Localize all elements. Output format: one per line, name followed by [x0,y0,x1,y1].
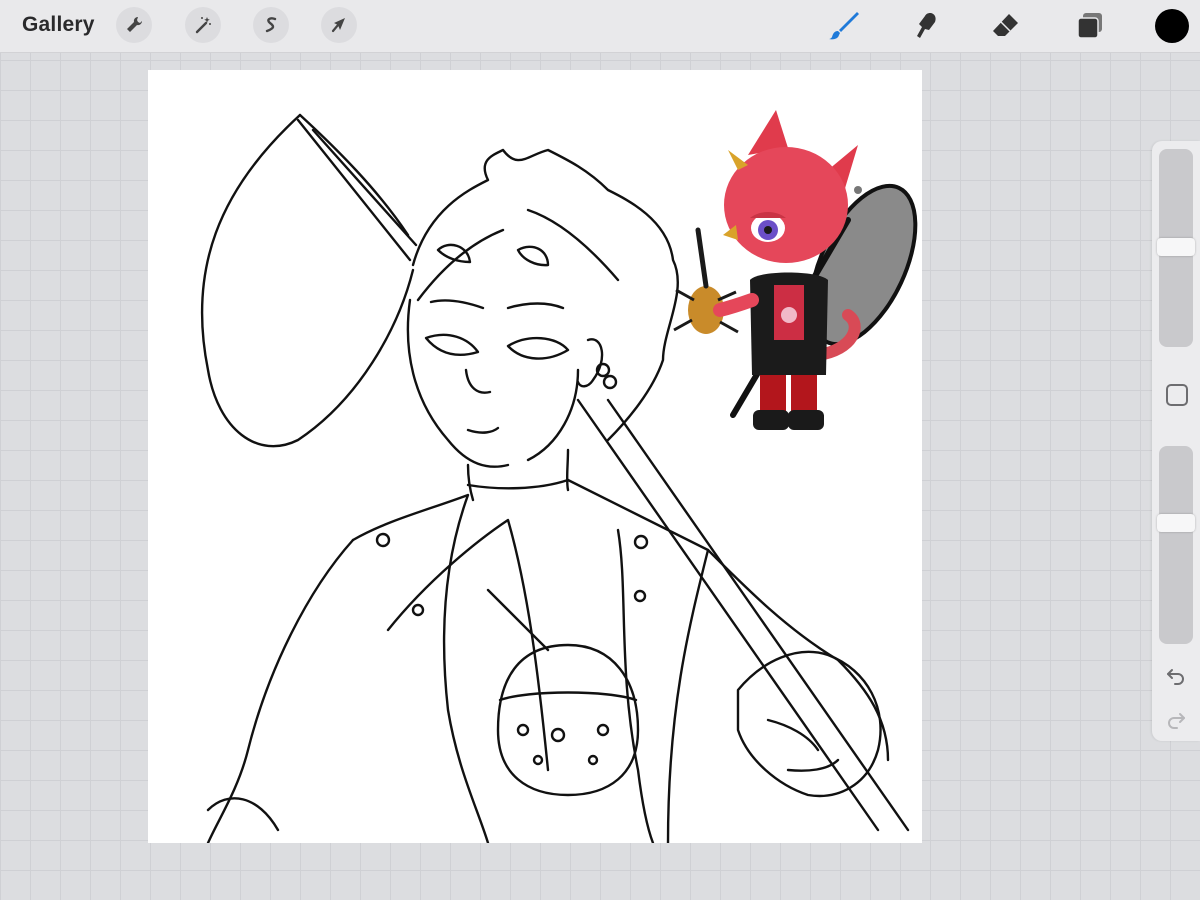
layers-button[interactable] [1072,8,1108,44]
redo-icon[interactable] [1164,707,1188,731]
eraser-tool-button[interactable] [988,8,1024,44]
drawing-canvas[interactable] [148,70,922,843]
brush-icon [829,12,859,40]
selection-button[interactable] [253,7,289,43]
reference-character-image [673,110,918,430]
brush-sidebar [1152,141,1200,741]
opacity-slider[interactable] [1157,446,1195,644]
adjustments-button[interactable] [185,7,221,43]
selection-icon [265,17,277,33]
brush-size-slider[interactable] [1157,149,1195,347]
transform-arrow-icon [331,18,345,33]
opacity-thumb[interactable] [1157,514,1195,532]
smudge-icon [917,13,936,38]
color-picker-button[interactable] [1155,9,1189,43]
undo-icon[interactable] [1164,663,1188,687]
smudge-tool-button[interactable] [908,8,944,44]
gallery-button[interactable]: Gallery [22,13,95,37]
brush-tool-button[interactable] [826,8,862,44]
magic-wand-icon [195,17,211,34]
layers-icon [1077,13,1102,39]
actions-button[interactable] [116,7,152,43]
wrench-icon [127,16,143,32]
top-toolbar: Gallery [0,0,1200,53]
eraser-icon [993,14,1018,36]
modify-button[interactable] [1166,384,1188,406]
brush-size-thumb[interactable] [1157,238,1195,256]
transform-button[interactable] [321,7,357,43]
